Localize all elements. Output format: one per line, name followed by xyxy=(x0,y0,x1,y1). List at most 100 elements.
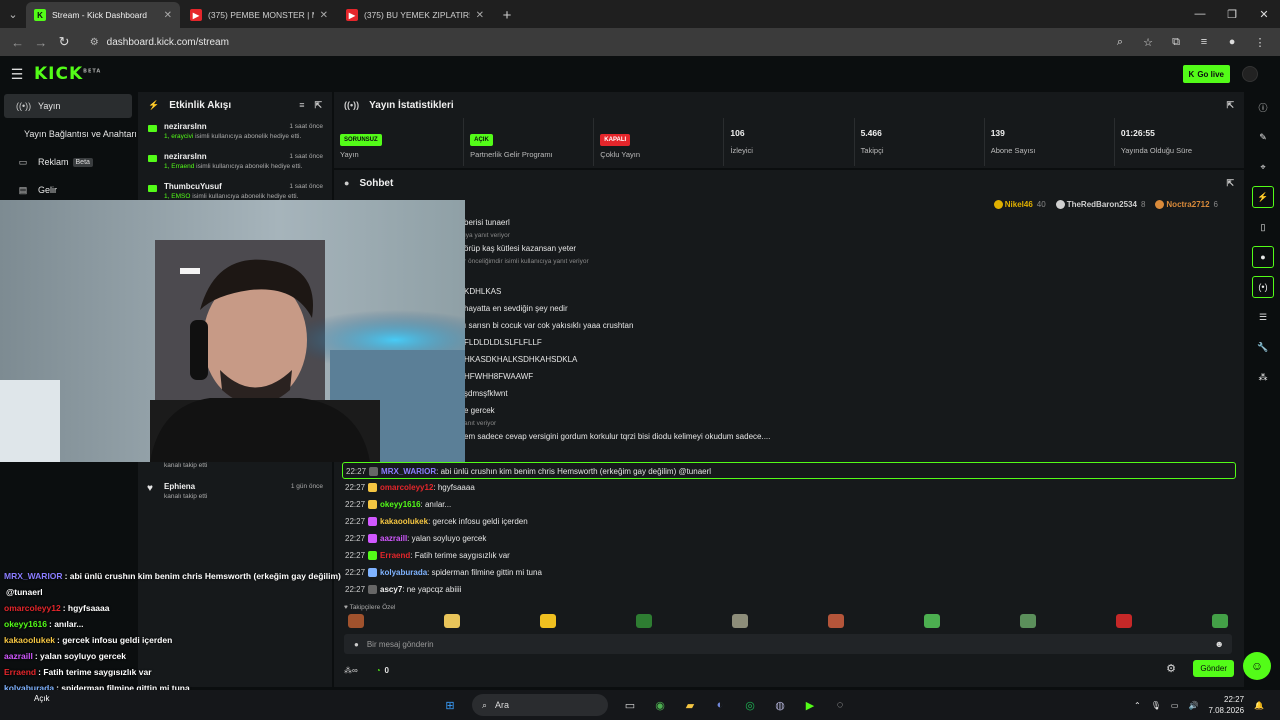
emote-icon[interactable] xyxy=(348,614,364,628)
filter-icon[interactable]: ≡ xyxy=(299,100,304,111)
message-username[interactable]: kakaoolukek xyxy=(380,517,428,526)
reload-icon[interactable]: ↻ xyxy=(52,30,75,54)
emote-icon[interactable] xyxy=(540,614,556,628)
overlay-username: kakaoolukek xyxy=(4,635,56,645)
chrome-icon[interactable]: ◉ xyxy=(648,693,672,717)
popout-icon[interactable]: ⇱ xyxy=(1226,100,1234,111)
zoom-icon[interactable]: ⌕ xyxy=(1106,36,1134,49)
overlay-username: MRX_WARIOR xyxy=(4,571,63,581)
taskbar-clock[interactable]: 22:27 7.08.2026 xyxy=(1208,694,1244,716)
notifications-bell-icon[interactable]: 🔔 xyxy=(1254,701,1264,710)
emote-icon[interactable] xyxy=(1116,614,1132,628)
start-windows-icon[interactable]: ⊞ xyxy=(438,693,462,717)
new-tab-button[interactable]: + xyxy=(494,2,520,28)
close-tab-icon[interactable]: ✕ xyxy=(320,10,328,21)
lightning-icon[interactable]: ⚡ xyxy=(1252,186,1274,208)
emote-icon[interactable] xyxy=(924,614,940,628)
chat-message[interactable]: 22:27 Erraend: Fatih terime saygısızlık v… xyxy=(342,547,1236,564)
emote-icon[interactable] xyxy=(732,614,748,628)
chat-message[interactable]: 22:27 okeyy1616: anılar... xyxy=(342,496,1236,513)
chat-bubble-icon[interactable]: ● xyxy=(1252,246,1274,268)
browser-tab-youtube-2[interactable]: ▶ (375) BU YEMEK ZIPLATIR! ELR ✕ xyxy=(338,2,492,28)
close-window-icon[interactable]: ✕ xyxy=(1248,0,1280,28)
chat-message[interactable]: 22:27 omarcoleyy12: hgyfsaaaa xyxy=(342,479,1236,496)
broadcast-icon[interactable]: (•) xyxy=(1252,276,1274,298)
spotify-icon[interactable]: ◎ xyxy=(738,693,762,717)
top-gifter[interactable]: Nikel46 40 xyxy=(993,200,1046,209)
layers-icon[interactable]: ☰ xyxy=(1252,306,1274,328)
bookmark-star-icon[interactable]: ☆ xyxy=(1134,36,1162,49)
emoji-picker-icon[interactable]: ☻ xyxy=(1215,639,1224,649)
sidebar-item-stream-key[interactable]: Yayın Bağlantısı ve Anahtarı xyxy=(4,122,137,146)
info-icon[interactable]: ⓘ xyxy=(1252,96,1274,118)
message-username[interactable]: okeyy1616 xyxy=(380,500,420,509)
discord-icon[interactable]: ◐ xyxy=(708,693,732,717)
message-username[interactable]: MRX_WARIOR xyxy=(381,467,436,476)
emote-icon[interactable] xyxy=(1020,614,1036,628)
close-tab-icon[interactable]: ✕ xyxy=(476,10,484,21)
channel-points-icon[interactable]: ⁂∞ xyxy=(344,666,358,675)
emote-icon[interactable] xyxy=(828,614,844,628)
message-username[interactable]: kolyaburada xyxy=(380,568,427,577)
show-hidden-icons-icon[interactable]: ⌃ xyxy=(1134,701,1141,710)
task-view-icon[interactable]: ▭ xyxy=(618,693,642,717)
tab-title: (375) PEMBE MONSTER | Mada xyxy=(208,10,314,20)
emote-icon[interactable] xyxy=(1212,614,1228,628)
forward-icon[interactable]: → xyxy=(29,30,52,54)
sidebar-item-reklam[interactable]: ▭ Reklam Beta xyxy=(4,150,132,174)
send-button[interactable]: Gönder xyxy=(1193,660,1234,677)
maximize-icon[interactable]: ❐ xyxy=(1216,0,1248,28)
message-username[interactable]: aazraill xyxy=(380,534,407,543)
edit-pencil-icon[interactable]: ✎ xyxy=(1252,126,1274,148)
media-icon[interactable]: ≡ xyxy=(1190,36,1218,49)
chat-settings-gear-icon[interactable]: ⚙ xyxy=(1166,662,1176,675)
popout-icon[interactable]: ⇱ xyxy=(1226,178,1234,189)
message-username[interactable]: Erraend xyxy=(380,551,410,560)
back-icon[interactable]: ← xyxy=(6,30,29,54)
hamburger-menu-icon[interactable]: ☰ xyxy=(0,66,34,83)
user-avatar[interactable] xyxy=(1242,66,1258,82)
site-info-icon[interactable]: ⚙ xyxy=(90,37,99,48)
sidebar-item-gelir[interactable]: ▤ Gelir xyxy=(4,178,132,202)
obs-icon[interactable]: ◌ xyxy=(828,693,852,717)
url-input[interactable]: ⚙ dashboard.kick.com/stream xyxy=(80,31,1106,53)
kick-logo[interactable]: KICKBETA xyxy=(34,64,101,84)
extensions-icon[interactable]: ⧉ xyxy=(1162,36,1190,49)
chat-message[interactable]: 22:27 kolyaburada: spiderman filmine gitt… xyxy=(342,564,1236,581)
document-icon[interactable]: ▯ xyxy=(1252,216,1274,238)
browser-tab-kick[interactable]: K Stream - Kick Dashboard ✕ xyxy=(26,2,180,28)
help-chat-button[interactable]: ☺ xyxy=(1243,652,1271,680)
share-icon[interactable]: ⁂ xyxy=(1252,366,1274,388)
chat-message[interactable]: 22:27 MRX_WARIOR: abi ünlü crushın kim be… xyxy=(342,462,1236,479)
chat-message[interactable]: 22:27 aazraill: yalan soyluyo gercek xyxy=(342,530,1236,547)
stat-followers: 5.466 Takipçi xyxy=(855,118,985,166)
minimize-icon[interactable]: — xyxy=(1184,0,1216,28)
sidebar-item-yayin[interactable]: ((•)) Yayın xyxy=(4,94,132,118)
wrench-icon[interactable]: 🔧 xyxy=(1252,336,1274,358)
chat-message[interactable]: 22:27 kakaoolukek: gercek infosu geldi iç… xyxy=(342,513,1236,530)
emote-icon[interactable] xyxy=(444,614,460,628)
tab-search-dropdown[interactable]: ⌄ xyxy=(0,0,26,28)
emote-icon[interactable] xyxy=(636,614,652,628)
go-live-button[interactable]: K Go live xyxy=(1182,65,1230,83)
menu-dots-icon[interactable]: ⋮ xyxy=(1246,36,1274,49)
volume-icon[interactable]: 🔊 xyxy=(1188,701,1198,710)
browser-tab-youtube-1[interactable]: ▶ (375) PEMBE MONSTER | Mada ✕ xyxy=(182,2,336,28)
weather-widget[interactable]: Açık xyxy=(2,690,50,720)
chat-message[interactable]: 22:27 ascy7: ne yapcqz abiiii xyxy=(342,581,1236,598)
microphone-icon[interactable]: 🎙 xyxy=(1151,701,1161,710)
taskbar-search[interactable]: ⌕ Ara xyxy=(472,694,608,716)
file-explorer-icon[interactable]: ▰ xyxy=(678,693,702,717)
steam-icon[interactable]: ◍ xyxy=(768,693,792,717)
close-tab-icon[interactable]: ✕ xyxy=(164,10,172,21)
top-gifter[interactable]: TheRedBaron2534 8 xyxy=(1055,200,1145,209)
profile-avatar-icon[interactable]: ● xyxy=(1218,36,1246,49)
crosshair-icon[interactable]: ⌖ xyxy=(1252,156,1274,178)
message-username[interactable]: ascy7 xyxy=(380,585,402,594)
chat-message-input[interactable]: ● Bir mesaj gönderin ☻ xyxy=(344,634,1232,654)
network-icon[interactable]: ▭ xyxy=(1171,701,1179,710)
message-username[interactable]: omarcoleyy12 xyxy=(380,483,433,492)
popout-icon[interactable]: ⇱ xyxy=(314,100,322,111)
kick-app-icon[interactable]: ▶ xyxy=(798,693,822,717)
top-gifter[interactable]: Noctra2712 6 xyxy=(1155,200,1218,209)
